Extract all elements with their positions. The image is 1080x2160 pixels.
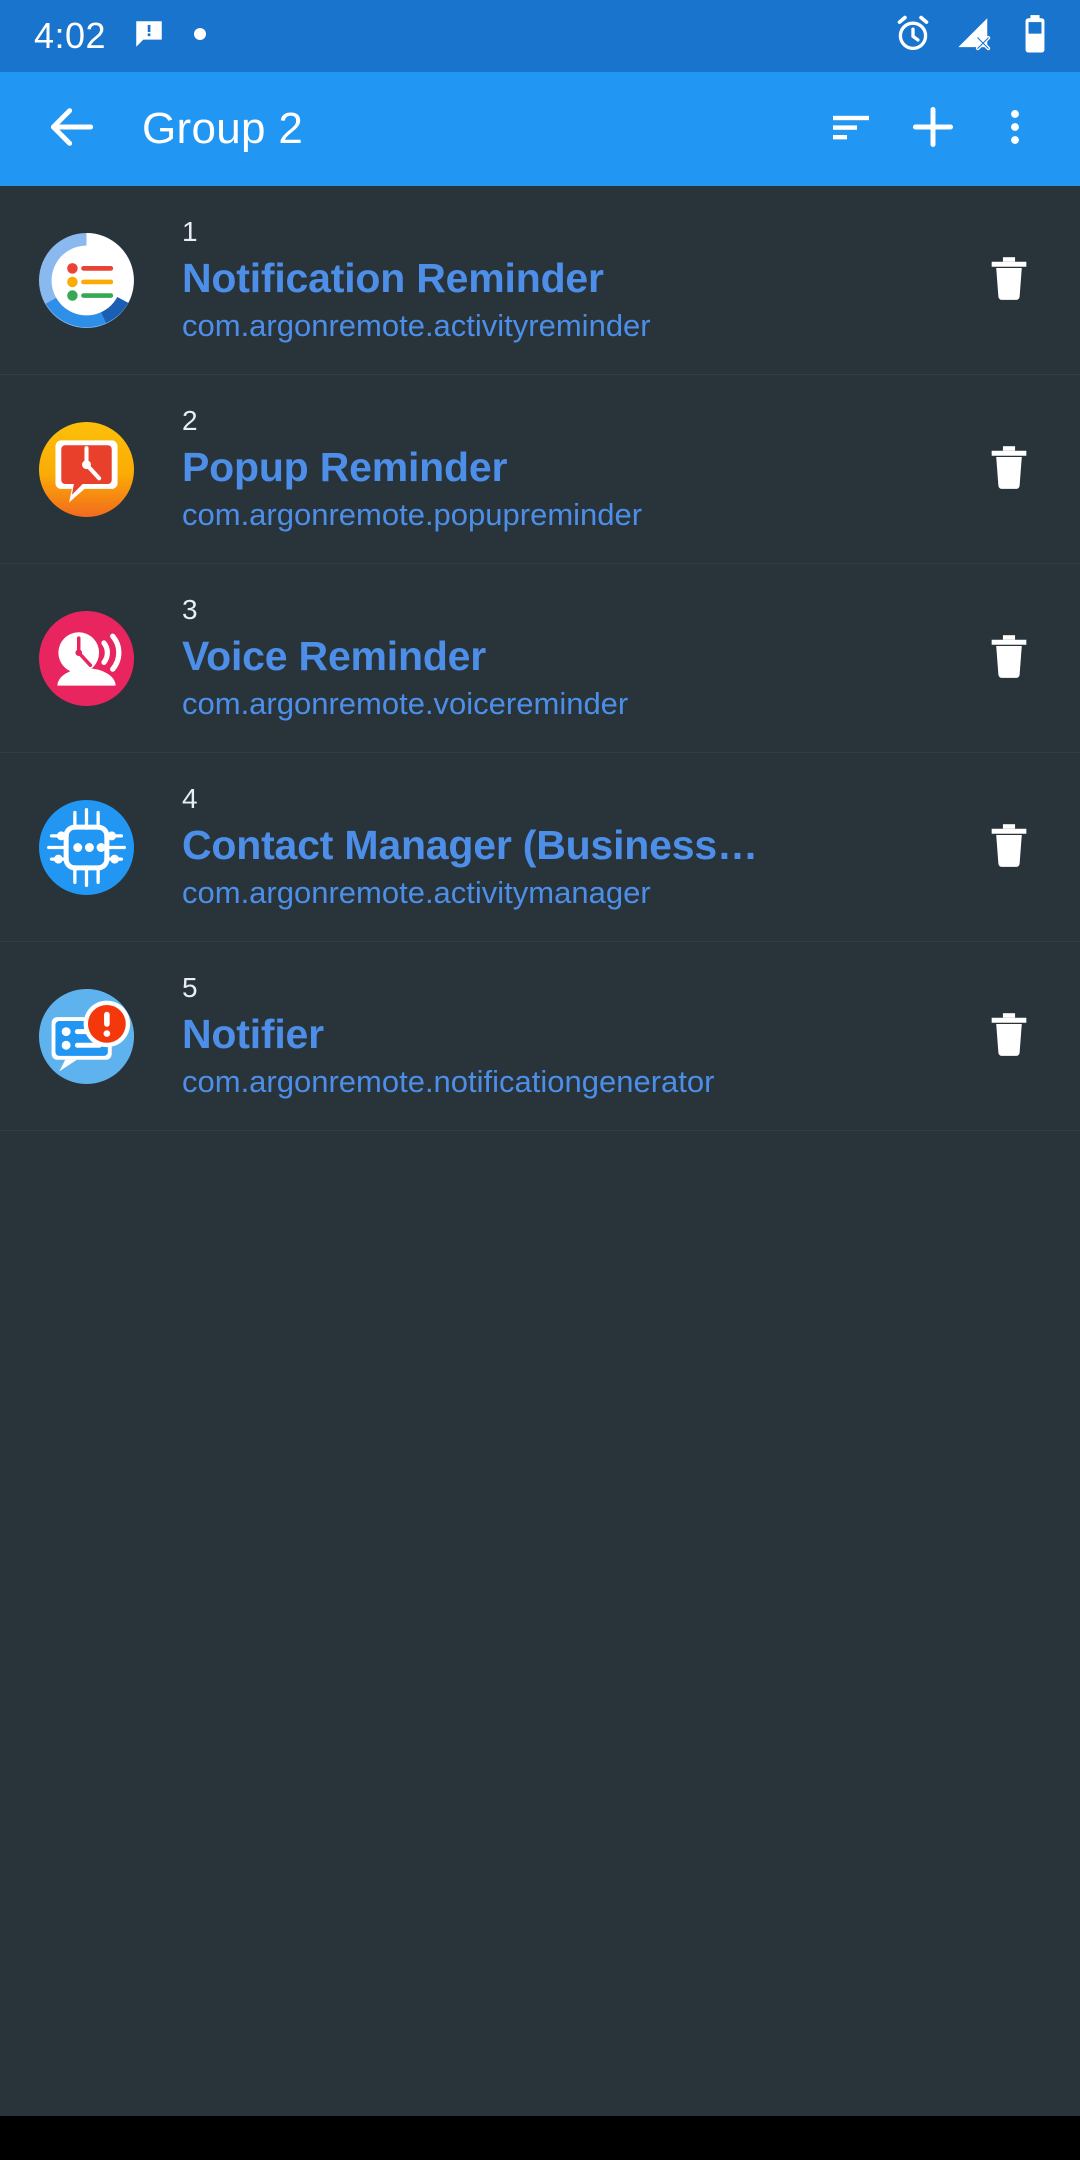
message-icon xyxy=(132,17,166,56)
signal-off-icon xyxy=(954,13,996,60)
app-screen: 4:02 Group 2 1 Notification Reminder com… xyxy=(0,0,1080,2160)
battery-icon xyxy=(1016,13,1054,60)
overflow-menu-button[interactable] xyxy=(976,90,1054,168)
list-item-package: com.argonremote.activitymanager xyxy=(182,874,651,910)
list-item-index: 5 xyxy=(182,971,198,1003)
status-bar-right xyxy=(892,13,1054,60)
list-item-index: 3 xyxy=(182,593,198,625)
list-item-text: 2 Popup Reminder com.argonremote.popupre… xyxy=(182,404,966,535)
list-item[interactable]: 2 Popup Reminder com.argonremote.popupre… xyxy=(0,375,1080,564)
trash-icon xyxy=(983,441,1035,498)
navigation-bar xyxy=(0,2116,1080,2160)
app-bar: Group 2 xyxy=(0,72,1080,186)
voice-reminder-icon xyxy=(38,610,135,707)
status-bar: 4:02 xyxy=(0,0,1080,72)
list-item-package: com.argonremote.activityreminder xyxy=(182,307,651,343)
list-item-title: Voice Reminder xyxy=(182,632,487,679)
list-item-text: 3 Voice Reminder com.argonremote.voicere… xyxy=(182,593,966,724)
add-icon xyxy=(906,100,960,159)
back-button[interactable] xyxy=(32,89,112,169)
app-list: 1 Notification Reminder com.argonremote.… xyxy=(0,186,1080,1131)
sort-icon xyxy=(827,103,875,156)
trash-icon xyxy=(983,252,1035,309)
delete-button[interactable] xyxy=(966,804,1052,890)
status-bar-left: 4:02 xyxy=(34,15,208,57)
delete-button[interactable] xyxy=(966,237,1052,323)
list-item-title: Notifier xyxy=(182,1010,324,1057)
list-item[interactable]: 5 Notifier com.argonremote.notificationg… xyxy=(0,942,1080,1131)
contact-manager-icon xyxy=(38,799,135,896)
arrow-back-icon xyxy=(44,99,100,160)
list-item[interactable]: 1 Notification Reminder com.argonremote.… xyxy=(0,186,1080,375)
add-button[interactable] xyxy=(890,90,976,168)
alarm-icon xyxy=(892,13,934,60)
list-item-text: 4 Contact Manager (Business… com.argonre… xyxy=(182,782,966,913)
list-item[interactable]: 4 Contact Manager (Business… com.argonre… xyxy=(0,753,1080,942)
dot-icon xyxy=(192,26,208,47)
notifier-icon xyxy=(38,988,135,1085)
status-bar-clock: 4:02 xyxy=(34,15,107,56)
list-item[interactable]: 3 Voice Reminder com.argonremote.voicere… xyxy=(0,564,1080,753)
popup-reminder-icon xyxy=(38,421,135,518)
delete-button[interactable] xyxy=(966,993,1052,1079)
list-item-index: 2 xyxy=(182,404,198,436)
notification-reminder-icon xyxy=(38,232,135,329)
list-item-package: com.argonremote.popupreminder xyxy=(182,496,643,532)
trash-icon xyxy=(983,1008,1035,1065)
list-item-text: 5 Notifier com.argonremote.notificationg… xyxy=(182,971,966,1102)
delete-button[interactable] xyxy=(966,426,1052,512)
list-item-package: com.argonremote.voicereminder xyxy=(182,685,629,721)
list-item-text: 1 Notification Reminder com.argonremote.… xyxy=(182,215,966,346)
delete-button[interactable] xyxy=(966,615,1052,701)
trash-icon xyxy=(983,819,1035,876)
overflow-menu-icon xyxy=(992,104,1038,155)
list-item-title: Notification Reminder xyxy=(182,254,604,301)
empty-list-area xyxy=(0,1131,1080,1952)
list-item-package: com.argonremote.notificationgenerator xyxy=(182,1063,715,1099)
list-item-index: 4 xyxy=(182,782,198,814)
trash-icon xyxy=(983,630,1035,687)
list-item-index: 1 xyxy=(182,215,198,247)
page-title: Group 2 xyxy=(142,104,304,153)
list-item-title: Contact Manager (Business… xyxy=(182,821,758,868)
list-item-title: Popup Reminder xyxy=(182,443,508,490)
sort-button[interactable] xyxy=(812,90,890,168)
